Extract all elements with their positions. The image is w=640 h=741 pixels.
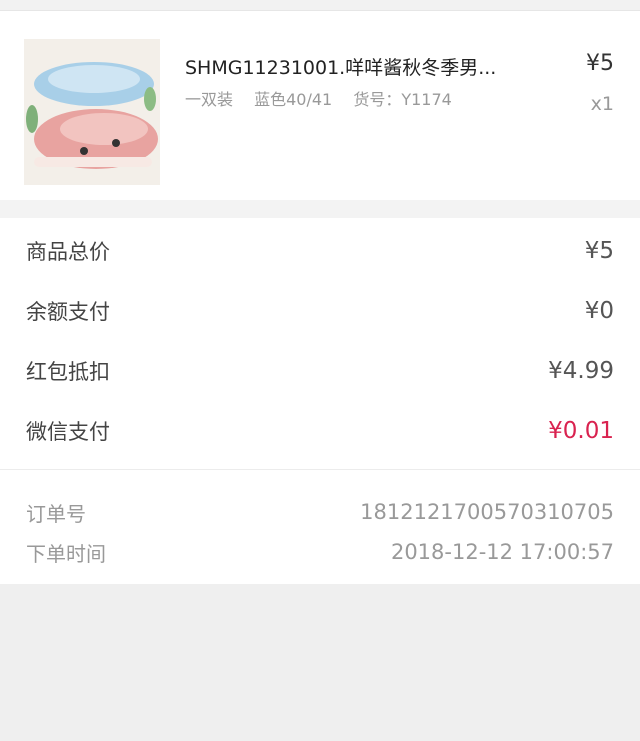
summary-value: ¥5 (584, 238, 614, 264)
order-time-value: 2018-12-12 17:00:57 (390, 540, 614, 564)
payment-summary: 商品总价 ¥5 余额支付 ¥0 红包抵扣 ¥4.99 微信支付 ¥0.01 (0, 218, 640, 470)
summary-row-balance: 余额支付 ¥0 (0, 281, 640, 341)
product-image[interactable] (24, 39, 160, 185)
summary-label: 微信支付 (26, 420, 110, 444)
spec-pack: 一双装 (185, 90, 234, 109)
order-info: 订单号 1812121700570310705 下单时间 2018-12-12 … (0, 470, 640, 584)
summary-value: ¥4.99 (548, 358, 614, 384)
spec-code: 货号：Y1174 (353, 90, 452, 109)
order-number-value[interactable]: 1812121700570310705 (360, 500, 614, 524)
product-spec: 一双装 蓝色40/41 货号：Y1174 (185, 86, 468, 110)
summary-label: 余额支付 (26, 300, 110, 324)
order-number-label: 订单号 (26, 501, 86, 526)
summary-value-paid: ¥0.01 (548, 418, 614, 444)
order-time-row: 下单时间 2018-12-12 17:00:57 (0, 532, 640, 572)
summary-row-redpacket: 红包抵扣 ¥4.99 (0, 341, 640, 401)
summary-row-total: 商品总价 ¥5 (0, 221, 640, 281)
summary-row-wechat-pay: 微信支付 ¥0.01 (0, 401, 640, 461)
product-quantity: x1 (590, 93, 614, 115)
product-card[interactable]: SHMG11231001.咩咩酱秋冬季男... 一双装 蓝色40/41 货号：Y… (0, 11, 640, 200)
summary-label: 红包抵扣 (26, 360, 110, 384)
order-time-label: 下单时间 (26, 541, 106, 566)
summary-value: ¥0 (584, 298, 614, 324)
product-title[interactable]: SHMG11231001.咩咩酱秋冬季男... (185, 53, 496, 80)
order-number-row: 订单号 1812121700570310705 (0, 492, 640, 532)
summary-label: 商品总价 (26, 240, 110, 264)
product-price: ¥5 (586, 51, 614, 76)
spec-variant: 蓝色40/41 (254, 90, 333, 109)
section-gap (0, 200, 640, 218)
top-bar (0, 0, 640, 11)
